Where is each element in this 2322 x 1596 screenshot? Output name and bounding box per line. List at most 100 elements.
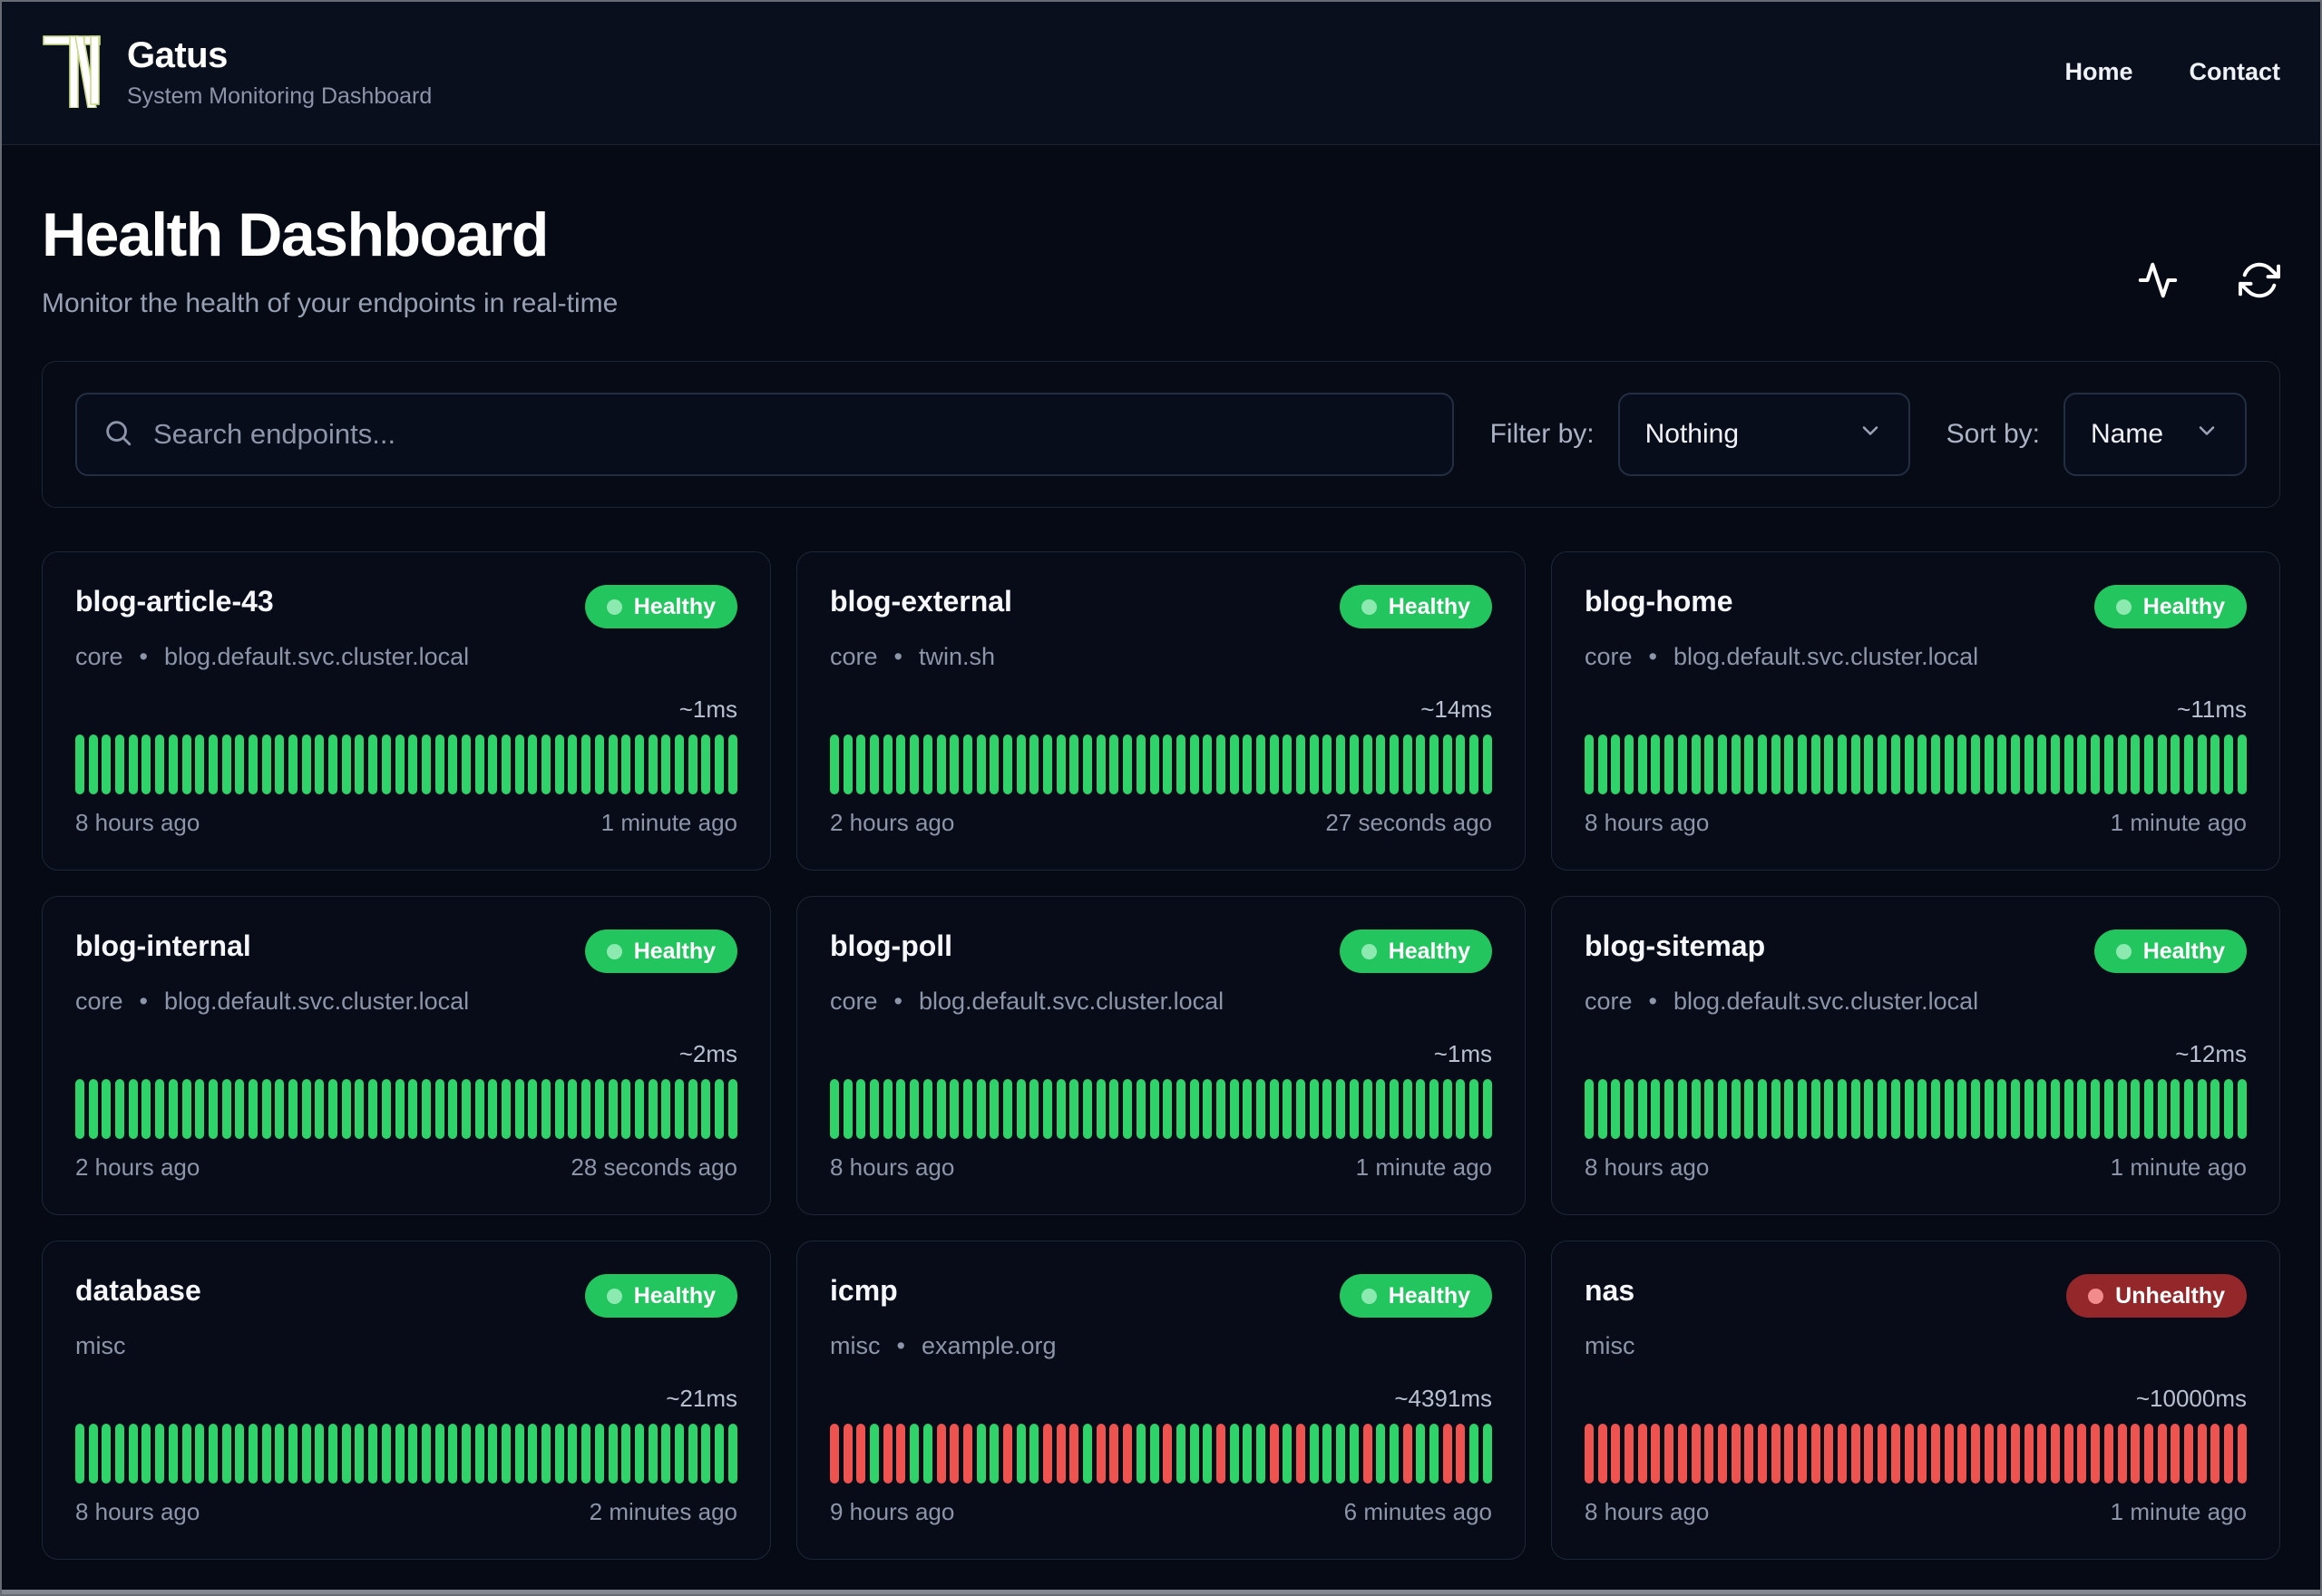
refresh-button[interactable] xyxy=(2238,259,2281,301)
uptime-bar-success xyxy=(461,735,471,794)
uptime-bar-failure xyxy=(1296,1424,1306,1484)
uptime-bar-failure xyxy=(1890,1424,1900,1484)
uptime-bar-success xyxy=(1336,1079,1346,1139)
uptime-bar-success xyxy=(1189,1424,1199,1484)
uptime-bar-success xyxy=(235,1079,245,1139)
uptime-bar-failure xyxy=(1269,1424,1279,1484)
oldest-timestamp: 8 hours ago xyxy=(75,809,200,836)
uptime-bar-success xyxy=(368,735,378,794)
page-subtitle: Monitor the health of your endpoints in … xyxy=(42,288,619,318)
endpoint-host: twin.sh xyxy=(918,643,996,670)
uptime-bar-success xyxy=(115,1424,125,1484)
uptime-bar-success xyxy=(1771,735,1781,794)
uptime-bar-success xyxy=(2237,735,2247,794)
endpoint-card[interactable]: icmp Healthy misc • example.org ~4391ms … xyxy=(796,1241,1526,1560)
nav-link-home[interactable]: Home xyxy=(2064,58,2132,86)
uptime-bars[interactable] xyxy=(1585,1424,2247,1484)
logo-link[interactable]: Gatus System Monitoring Dashboard xyxy=(42,32,432,112)
uptime-bar-success xyxy=(1456,1079,1466,1139)
endpoint-card[interactable]: blog-home Healthy core • blog.default.sv… xyxy=(1551,551,2280,871)
uptime-bar-failure xyxy=(1402,1424,1412,1484)
uptime-bar-success xyxy=(528,1424,538,1484)
nav-link-contact[interactable]: Contact xyxy=(2190,58,2281,86)
uptime-bar-failure xyxy=(1651,1424,1661,1484)
uptime-bar-success xyxy=(2063,1079,2073,1139)
uptime-bars[interactable] xyxy=(75,1424,737,1484)
endpoint-host: blog.default.svc.cluster.local xyxy=(918,988,1224,1015)
endpoint-card[interactable]: blog-sitemap Healthy core • blog.default… xyxy=(1551,896,2280,1215)
uptime-bar-success xyxy=(1838,735,1848,794)
uptime-bars[interactable] xyxy=(1585,735,2247,794)
uptime-bar-success xyxy=(1256,735,1265,794)
uptime-bar-success xyxy=(181,1079,191,1139)
uptime-bar-failure xyxy=(1215,1424,1225,1484)
status-badge: Healthy xyxy=(1339,585,1492,628)
oldest-timestamp: 2 hours ago xyxy=(830,809,955,836)
uptime-bar-success xyxy=(355,1424,365,1484)
uptime-bar-success xyxy=(1469,1424,1478,1484)
uptime-bar-success xyxy=(488,1424,498,1484)
uptime-bar-success xyxy=(1651,1079,1661,1139)
uptime-bars[interactable] xyxy=(830,1079,1492,1139)
uptime-bar-failure xyxy=(1798,1424,1807,1484)
uptime-bar-success xyxy=(1309,735,1319,794)
uptime-bar-success xyxy=(1997,735,2007,794)
uptime-bar-failure xyxy=(1917,1424,1927,1484)
uptime-bar-success xyxy=(1002,735,1012,794)
uptime-bar-success xyxy=(195,735,205,794)
endpoint-card[interactable]: blog-article-43 Healthy core • blog.defa… xyxy=(42,551,771,871)
endpoint-card[interactable]: database Healthy misc ~21ms 8 hours ago … xyxy=(42,1241,771,1560)
uptime-bar-success xyxy=(141,1424,151,1484)
uptime-bar-success xyxy=(434,1079,444,1139)
uptime-bar-success xyxy=(1482,1079,1492,1139)
uptime-bars[interactable] xyxy=(1585,1079,2247,1139)
hero-section: Health Dashboard Monitor the health of y… xyxy=(0,145,2322,319)
status-label: Healthy xyxy=(2142,938,2225,964)
endpoint-card[interactable]: nas Unhealthy misc ~10000ms 8 hours ago … xyxy=(1551,1241,2280,1560)
uptime-bar-success xyxy=(1850,735,1860,794)
uptime-bar-success xyxy=(328,735,338,794)
endpoint-host-sep: • xyxy=(1648,988,1657,1015)
uptime-bar-success xyxy=(102,1079,112,1139)
latency-value: ~1ms xyxy=(678,696,737,723)
uptime-bar-success xyxy=(1256,1424,1265,1484)
uptime-bar-success xyxy=(75,735,84,794)
uptime-bars[interactable] xyxy=(75,1079,737,1139)
uptime-bar-success xyxy=(1997,1079,2007,1139)
status-badge: Healthy xyxy=(2093,929,2247,973)
uptime-bar-success xyxy=(1149,735,1159,794)
uptime-bar-success xyxy=(2143,1079,2153,1139)
endpoint-card[interactable]: blog-external Healthy core • twin.sh ~14… xyxy=(796,551,1526,871)
endpoint-group: core xyxy=(75,643,123,670)
sort-select[interactable]: Name xyxy=(2063,393,2247,476)
uptime-bar-success xyxy=(395,735,405,794)
uptime-bar-success xyxy=(594,735,604,794)
uptime-bar-success xyxy=(474,1424,484,1484)
uptime-bar-success xyxy=(1917,735,1927,794)
uptime-bar-success xyxy=(1189,1079,1199,1139)
endpoint-card[interactable]: blog-internal Healthy core • blog.defaul… xyxy=(42,896,771,1215)
uptime-bars[interactable] xyxy=(75,735,737,794)
latency-value: ~2ms xyxy=(678,1040,737,1067)
uptime-bar-success xyxy=(2063,735,2073,794)
uptime-bars[interactable] xyxy=(830,1424,1492,1484)
search-input[interactable] xyxy=(153,418,1427,451)
uptime-bar-success xyxy=(1243,1424,1253,1484)
endpoint-host: blog.default.svc.cluster.local xyxy=(163,643,470,670)
endpoint-host-sep: • xyxy=(896,1332,905,1359)
uptime-bar-success xyxy=(248,1079,258,1139)
latency-value: ~4391ms xyxy=(1394,1385,1492,1412)
uptime-bar-success xyxy=(155,1424,165,1484)
uptime-bar-success xyxy=(581,1079,591,1139)
endpoint-card[interactable]: blog-poll Healthy core • blog.default.sv… xyxy=(796,896,1526,1215)
filter-select[interactable]: Nothing xyxy=(1617,393,1910,476)
uptime-bar-success xyxy=(1149,1079,1159,1139)
uptime-bar-success xyxy=(1176,735,1185,794)
uptime-bar-success xyxy=(1376,735,1386,794)
uptime-bar-success xyxy=(1429,1424,1439,1484)
activity-button[interactable] xyxy=(2137,259,2179,301)
uptime-bar-success xyxy=(341,735,351,794)
uptime-bars[interactable] xyxy=(830,735,1492,794)
app-title: Gatus xyxy=(127,34,228,75)
search-icon xyxy=(102,417,133,453)
